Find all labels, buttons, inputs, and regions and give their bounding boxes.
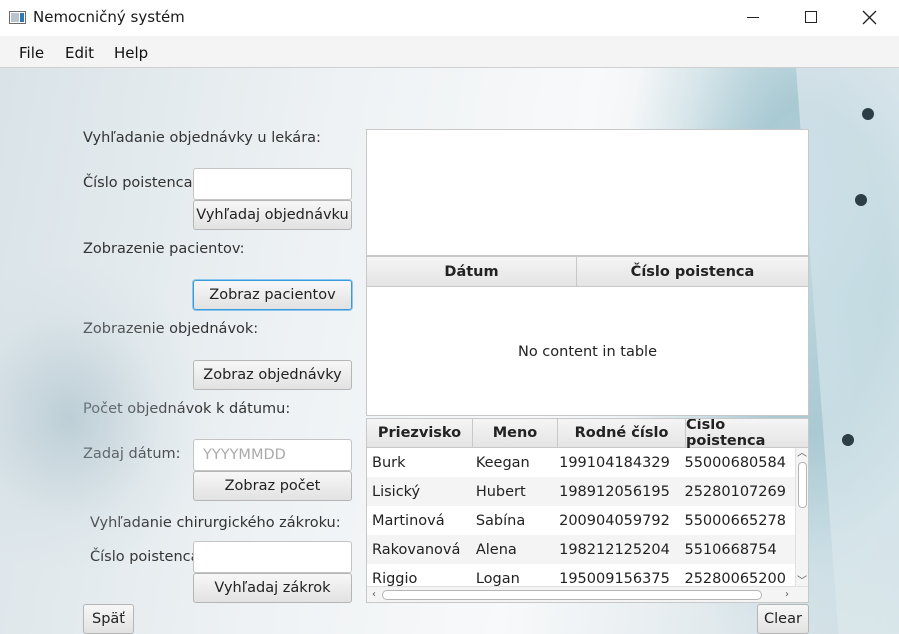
date-input[interactable] — [193, 439, 352, 471]
cell-birth-number: 200904059792 — [559, 512, 670, 529]
cell-name: Hubert — [475, 483, 526, 500]
show-patients-button[interactable]: Zobraz pacientov — [193, 280, 352, 310]
cell-surname: Lisický — [372, 483, 421, 500]
table-header: Priezvisko Meno Rodné číslo Číslo poiste… — [367, 419, 808, 449]
cell-surname: Riggio — [372, 570, 418, 587]
date-label: Zadaj dátum: — [83, 446, 181, 462]
title-bar: Nemocničný systém — [0, 0, 899, 36]
close-button[interactable] — [840, 0, 898, 34]
maximize-button[interactable] — [782, 0, 840, 34]
app-window-icon — [9, 11, 26, 24]
search-order-button[interactable]: Vyhľadaj objednávku — [193, 200, 352, 230]
patients-table[interactable]: Priezvisko Meno Rodné číslo Číslo poiste… — [366, 418, 809, 603]
cell-insurance: 25280065200 — [684, 570, 786, 587]
column-header-name[interactable]: Meno — [473, 419, 558, 447]
show-patients-heading: Zobrazenie pacientov: — [83, 241, 245, 257]
column-header-date[interactable]: Dátum — [367, 257, 577, 286]
menu-help[interactable]: Help — [114, 44, 148, 62]
vertical-scrollbar[interactable]: ︿ ﹀ — [795, 448, 808, 588]
table-header: Dátum Číslo poistenca — [367, 257, 808, 287]
close-icon — [862, 10, 876, 24]
search-order-heading: Vyhľadanie objednávky u lekára: — [83, 130, 321, 146]
search-surgery-button[interactable]: Vyhľadaj zákrok — [193, 573, 352, 603]
empty-table-message: No content in table — [517, 344, 657, 360]
cell-name: Logan — [475, 570, 520, 587]
minimize-icon — [747, 16, 759, 18]
menu-bar: File Edit Help — [0, 36, 899, 68]
insurance-label: Číslo poistenca: — [90, 549, 205, 565]
table-row[interactable]: Rakovanová Alena 198212125204 5510668754 — [367, 535, 797, 564]
cell-birth-number: 199104184329 — [559, 454, 670, 471]
table-row[interactable]: Burk Keegan 199104184329 55000680584 — [367, 448, 797, 477]
maximize-icon — [805, 11, 817, 23]
back-button[interactable]: Späť — [83, 604, 134, 634]
cell-name: Keegan — [475, 454, 530, 471]
orders-table[interactable]: Dátum Číslo poistenca No content in tabl… — [366, 256, 809, 416]
insurance-label: Číslo poistenca: — [83, 175, 198, 191]
cell-insurance: 25280107269 — [684, 483, 786, 500]
cell-name: Sabína — [475, 512, 526, 529]
window-title: Nemocničný systém — [33, 8, 185, 26]
surgery-insurance-input[interactable] — [193, 541, 352, 573]
cell-insurance: 55000680584 — [684, 454, 786, 471]
scroll-left-icon[interactable]: ‹ — [368, 588, 380, 602]
cell-birth-number: 198212125204 — [559, 541, 670, 558]
column-header-insurance[interactable]: Číslo poistenca — [686, 419, 808, 449]
coat-button-decoration — [855, 194, 867, 206]
scroll-thumb[interactable] — [798, 462, 807, 508]
column-header-surname[interactable]: Priezvisko — [367, 419, 473, 447]
scroll-up-icon[interactable]: ︿ — [796, 448, 808, 460]
scroll-thumb[interactable] — [382, 590, 762, 600]
clear-button[interactable]: Clear — [757, 604, 809, 634]
surgery-heading: Vyhľadanie chirurgického zákroku: — [90, 515, 341, 531]
cell-birth-number: 195009156375 — [559, 570, 670, 587]
column-header-birth-number[interactable]: Rodné číslo — [558, 419, 686, 447]
table-row[interactable]: Lisický Hubert 198912056195 25280107269 — [367, 477, 797, 506]
cell-name: Alena — [475, 541, 517, 558]
insurance-number-input[interactable] — [193, 168, 352, 200]
column-header-insurance[interactable]: Číslo poistenca — [577, 257, 808, 286]
cell-surname: Burk — [372, 454, 406, 471]
table-row[interactable]: Riggio Logan 195009156375 25280065200 — [367, 564, 797, 588]
cell-surname: Martinová — [372, 512, 445, 529]
show-orders-button[interactable]: Zobraz objednávky — [193, 360, 352, 390]
cell-insurance: 5510668754 — [684, 541, 777, 558]
count-button[interactable]: Zobraz počet — [193, 471, 352, 501]
scroll-right-icon[interactable]: › — [781, 588, 793, 602]
cell-surname: Rakovanová — [372, 541, 461, 558]
main-content: Vyhľadanie objednávky u lekára: Číslo po… — [0, 68, 899, 634]
show-orders-heading: Zobrazenie objednávok: — [83, 321, 259, 337]
count-orders-heading: Počet objednávok k dátumu: — [83, 401, 291, 417]
cell-insurance: 55000665278 — [684, 512, 786, 529]
menu-file[interactable]: File — [19, 44, 44, 62]
menu-edit[interactable]: Edit — [65, 44, 94, 62]
coat-button-decoration — [842, 434, 854, 446]
horizontal-scrollbar[interactable]: ‹ › — [367, 586, 808, 602]
cell-birth-number: 198912056195 — [559, 483, 670, 500]
minimize-button[interactable] — [724, 0, 782, 34]
output-text-area[interactable] — [366, 129, 809, 256]
table-body: Burk Keegan 199104184329 55000680584 Lis… — [367, 448, 797, 588]
coat-button-decoration — [862, 108, 874, 120]
table-row[interactable]: Martinová Sabína 200904059792 5500066527… — [367, 506, 797, 535]
